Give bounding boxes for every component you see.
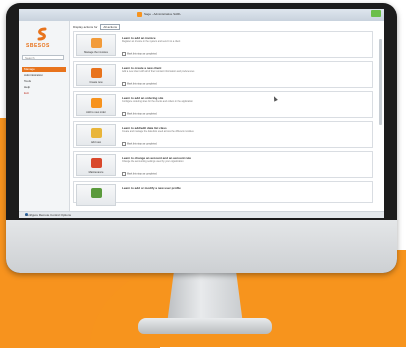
window-title: Sage - Administrative SARL <box>144 12 182 16</box>
filter-select[interactable]: All actions <box>100 24 121 30</box>
statusbar-text: Configure Remote Control Options <box>25 213 72 217</box>
task-card: Manage the invoices Learn to add an invo… <box>73 31 373 58</box>
sidebar-item-exit[interactable]: Exit <box>22 91 66 96</box>
account-icon <box>91 158 102 168</box>
task-card-checkbox-label: Mark this step as completed <box>127 82 157 86</box>
sidebar-item-help[interactable]: Help <box>22 85 66 90</box>
task-card-checkbox-label: Mark this step as completed <box>127 52 157 56</box>
task-card: Create new Learn to create a new client … <box>73 61 373 88</box>
monitor-stand-neck <box>167 272 243 322</box>
sidebar: SBESOS Search Manage Administration Tool… <box>19 21 70 218</box>
checkbox-icon <box>122 82 126 86</box>
task-card-checkbox-label: Mark this step as completed <box>127 142 157 146</box>
main-content: Display actions for All actions Manage t… <box>70 21 384 212</box>
task-card: Learn to add or modify a new user profil… <box>73 181 373 206</box>
task-card-button-label: Maintenance <box>88 171 104 174</box>
invoice-icon <box>91 38 102 48</box>
task-card-button[interactable]: Add to new order <box>76 94 116 116</box>
task-card-checkbox[interactable]: Mark this step as completed <box>122 142 157 146</box>
monitor-stand-base <box>138 318 272 334</box>
user-profile-icon <box>91 188 102 198</box>
task-card-checkbox-label: Mark this step as completed <box>127 112 157 116</box>
task-card-checkbox-label: Mark this step as completed <box>127 172 157 176</box>
task-card-button[interactable]: Add new <box>76 124 116 146</box>
task-card-button-label: Add to new order <box>86 111 106 114</box>
task-card-checkbox[interactable]: Mark this step as completed <box>122 112 157 116</box>
task-card: Add to new order Learn to add an orderin… <box>73 91 373 118</box>
task-card-button[interactable]: Maintenance <box>76 154 116 176</box>
task-card-checkbox[interactable]: Mark this step as completed <box>122 52 157 56</box>
sidebar-item-tools[interactable]: Tools <box>22 79 66 84</box>
sidebar-search-input[interactable]: Search <box>22 55 64 60</box>
sidebar-item-manage[interactable]: Manage <box>22 67 66 72</box>
data-list-icon <box>91 128 102 138</box>
client-icon <box>91 68 102 78</box>
app-window: Sage - Administrative SARL SBESOS Search… <box>19 9 384 218</box>
window-titlebar: Sage - Administrative SARL <box>19 9 384 21</box>
task-card-description: Change the accounting settings used by y… <box>122 160 184 163</box>
task-card: Maintenance Learn to change an account a… <box>73 151 373 178</box>
task-card-button[interactable]: Create new <box>76 64 116 86</box>
filter-label: Display actions for <box>73 25 98 29</box>
close-button[interactable] <box>371 10 381 17</box>
task-card-button-label: Add new <box>90 141 102 144</box>
logo-icon <box>37 27 47 41</box>
filter-row: Display actions for All actions <box>73 24 121 30</box>
sidebar-item-administration[interactable]: Administration <box>22 73 66 78</box>
task-card-description: Register an invoice in the system and se… <box>122 40 181 43</box>
statusbar: Configure Remote Control Options <box>19 211 384 218</box>
app-icon <box>137 12 142 17</box>
task-card-description: Add a new client with all of their conta… <box>122 70 195 73</box>
task-card-button[interactable] <box>76 184 116 206</box>
checkbox-icon <box>122 172 126 176</box>
task-card: Add new Learn to add/edit data list clas… <box>73 121 373 148</box>
task-card-button-label: Create new <box>89 81 103 84</box>
scrollbar[interactable] <box>379 39 382 125</box>
logo-text: SBESOS <box>26 43 50 49</box>
task-card-button[interactable]: Manage the invoices <box>76 34 116 56</box>
task-card-checkbox[interactable]: Mark this step as completed <box>122 172 157 176</box>
checkbox-icon <box>122 112 126 116</box>
task-card-checkbox[interactable]: Mark this step as completed <box>122 82 157 86</box>
checkbox-icon <box>122 142 126 146</box>
order-icon <box>91 98 102 108</box>
task-card-title: Learn to add or modify a new user profil… <box>122 186 181 190</box>
checkbox-icon <box>122 52 126 56</box>
monitor-chin <box>6 220 397 273</box>
task-card-description: Configure ordering sites for the clients… <box>122 100 193 103</box>
task-card-description: Create and manage the data lists used ac… <box>122 130 194 133</box>
task-card-button-label: Manage the invoices <box>84 51 108 54</box>
